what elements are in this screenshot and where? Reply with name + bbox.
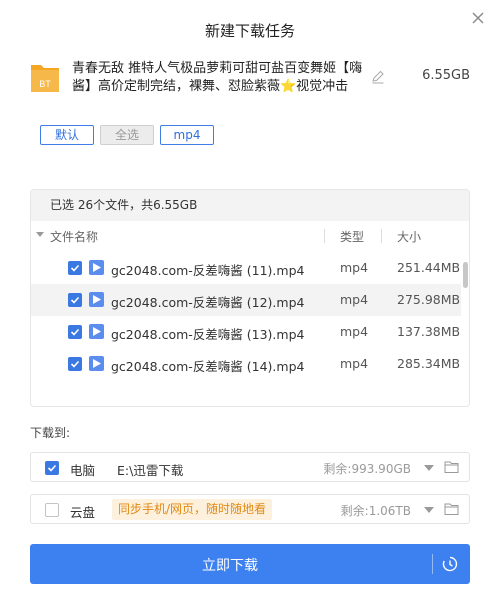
- video-file-icon: [89, 324, 104, 339]
- cloud-remaining-space: 剩余:1.06TB: [340, 504, 411, 518]
- task-info: BT 青春无敌 推特人气极品萝莉可甜可盐百变舞姬【嗨酱】高价定制完结，裸舞、怼脸…: [30, 61, 470, 98]
- cloud-label: 云盘: [70, 505, 96, 520]
- file-row[interactable]: gc2048.com-反差嗨酱 (12).mp4 mp4 275.98MB: [31, 284, 461, 316]
- dialog-title: 新建下载任务: [204, 22, 295, 40]
- file-type: mp4: [340, 260, 369, 275]
- selection-summary: 已选 26个文件，共6.55GB: [31, 190, 469, 221]
- file-list-header: 文件名称 类型 大小: [31, 222, 469, 250]
- cloud-dropdown-icon[interactable]: [424, 507, 434, 513]
- column-divider: [324, 229, 325, 243]
- pc-checkbox[interactable]: [45, 461, 59, 475]
- folder-icon[interactable]: [444, 460, 459, 474]
- schedule-clock-icon[interactable]: [442, 556, 458, 572]
- task-name: 青春无敌 推特人气极品萝莉可甜可盐百变舞姬【嗨酱】高价定制完结，裸舞、怼脸紫薇⭐…: [72, 61, 363, 94]
- file-name: gc2048.com-反差嗨酱 (12).mp4: [111, 295, 305, 310]
- svg-text:BT: BT: [39, 79, 51, 89]
- default-filter-button[interactable]: 默认: [40, 125, 94, 145]
- column-divider: [381, 229, 382, 243]
- file-size: 285.34MB: [397, 356, 461, 371]
- select-all-button[interactable]: 全选: [100, 125, 154, 145]
- file-size: 251.44MB: [397, 260, 461, 275]
- file-list: 已选 26个文件，共6.55GB 文件名称 类型 大小 gc2048.com-反…: [30, 189, 470, 407]
- pc-remaining-space: 剩余:993.90GB: [323, 462, 411, 476]
- download-path[interactable]: E:\迅雷下载: [117, 460, 183, 479]
- path-dropdown-icon[interactable]: [424, 465, 434, 471]
- destination-cloud[interactable]: 云盘 同步手机/网页，随时随地看 剩余:1.06TB: [30, 494, 470, 524]
- video-file-icon: [89, 356, 104, 371]
- folder-icon[interactable]: [444, 502, 459, 516]
- pc-label: 电脑: [70, 463, 96, 478]
- file-row[interactable]: gc2048.com-反差嗨酱 (11).mp4 mp4 251.44MB: [31, 252, 461, 284]
- file-name: gc2048.com-反差嗨酱 (14).mp4: [111, 359, 305, 374]
- cloud-promo-badge: 同步手机/网页，随时随地看: [112, 499, 273, 520]
- sort-arrow-icon[interactable]: [36, 232, 44, 237]
- file-row[interactable]: gc2048.com-反差嗨酱 (13).mp4 mp4 137.38MB: [31, 316, 461, 348]
- close-icon[interactable]: [468, 8, 488, 28]
- file-row[interactable]: gc2048.com-反差嗨酱 (14).mp4 mp4 285.34MB: [31, 348, 461, 380]
- file-type: mp4: [340, 324, 369, 339]
- bt-torrent-icon: BT: [31, 65, 59, 92]
- file-checkbox[interactable]: [68, 261, 82, 275]
- destination-pc[interactable]: 电脑 E:\迅雷下载 剩余:993.90GB: [30, 452, 470, 482]
- file-checkbox[interactable]: [68, 293, 82, 307]
- column-type[interactable]: 类型: [340, 228, 364, 245]
- video-file-icon: [89, 260, 104, 275]
- file-checkbox[interactable]: [68, 357, 82, 371]
- file-size: 275.98MB: [397, 292, 461, 307]
- button-divider: [432, 554, 433, 574]
- column-size[interactable]: 大小: [397, 228, 421, 245]
- file-checkbox[interactable]: [68, 325, 82, 339]
- column-name[interactable]: 文件名称: [50, 228, 98, 245]
- file-name: gc2048.com-反差嗨酱 (11).mp4: [111, 263, 305, 278]
- file-size: 137.38MB: [397, 324, 461, 339]
- file-type: mp4: [340, 292, 369, 307]
- task-total-size: 6.55GB: [422, 68, 470, 83]
- cloud-checkbox[interactable]: [45, 503, 59, 517]
- file-name: gc2048.com-反差嗨酱 (13).mp4: [111, 327, 305, 342]
- file-type: mp4: [340, 356, 369, 371]
- mp4-filter-button[interactable]: mp4: [160, 125, 214, 145]
- file-list-scrollbar[interactable]: [463, 262, 468, 288]
- download-now-button[interactable]: 立即下载: [30, 544, 470, 584]
- download-now-label: 立即下载: [202, 558, 258, 574]
- video-file-icon: [89, 292, 104, 307]
- download-to-label: 下载到:: [30, 426, 71, 440]
- edit-icon[interactable]: [371, 70, 385, 84]
